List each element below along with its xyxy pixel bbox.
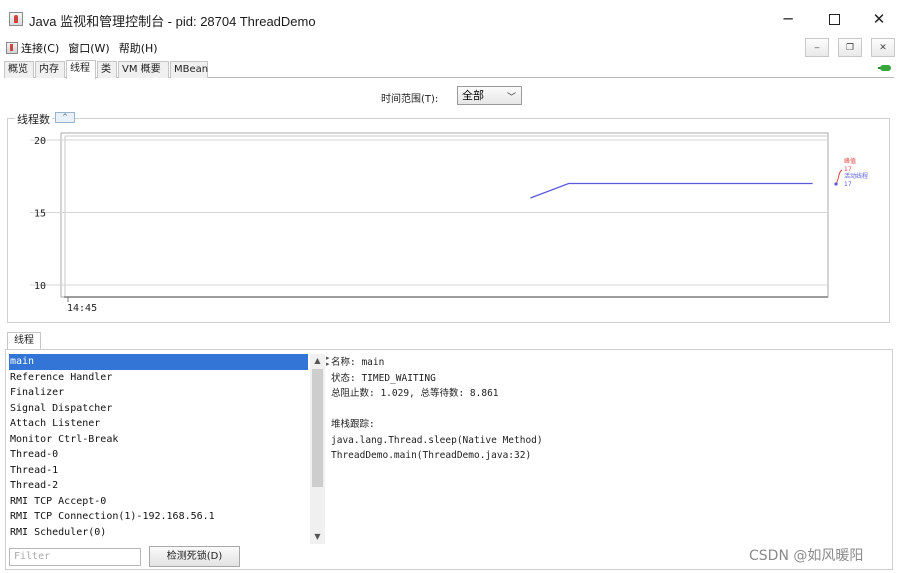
y-tick-label: 20 xyxy=(34,136,46,147)
thread-item[interactable]: Monitor Ctrl-Break xyxy=(9,432,308,448)
thread-count-chart: 10 15 20 14:45 峰值 17 活动线程 17 xyxy=(30,132,868,314)
splitter-handle[interactable]: ▸ ▸ xyxy=(326,355,330,368)
thread-item[interactable]: main xyxy=(9,354,308,370)
filter-input[interactable]: Filter xyxy=(9,548,141,566)
thread-item[interactable]: Attach Listener xyxy=(9,416,308,432)
thread-item[interactable]: Thread-0 xyxy=(9,447,308,463)
thread-list-scrollbar[interactable]: ▲ ▼ xyxy=(310,354,325,544)
legend-live-label: 活动线程 xyxy=(844,172,868,180)
thread-item[interactable]: Thread-2 xyxy=(9,478,308,494)
legend-peak-value: 17 xyxy=(844,166,852,173)
x-tick-label: 14:45 xyxy=(67,303,97,314)
tab-threads-list[interactable]: 线程 xyxy=(7,332,41,350)
thread-item[interactable]: Signal Dispatcher xyxy=(9,401,308,417)
stack-frame: java.lang.Thread.sleep(Native Method) xyxy=(331,434,543,446)
thread-item[interactable]: RMI TCP Accept-0 xyxy=(9,494,308,510)
scroll-down-icon[interactable]: ▼ xyxy=(310,530,325,544)
thread-item[interactable]: Reference Handler xyxy=(9,370,308,386)
thread-item[interactable]: Thread-1 xyxy=(9,463,308,479)
thread-item[interactable]: RMI Scheduler(0) xyxy=(9,525,308,541)
scroll-up-icon[interactable]: ▲ xyxy=(310,354,325,368)
thread-item[interactable]: Finalizer xyxy=(9,385,308,401)
detect-deadlock-button[interactable]: 检测死锁(D) xyxy=(149,546,240,567)
legend-peak-label: 峰值 xyxy=(844,157,856,165)
y-tick-label: 15 xyxy=(34,209,46,220)
stack-frame: ThreadDemo.main(ThreadDemo.java:32) xyxy=(331,450,532,461)
stack-trace-header: 堆栈跟踪: xyxy=(331,419,375,430)
thread-name: 名称: main xyxy=(331,357,385,368)
thread-state: 状态: TIMED_WAITING xyxy=(331,372,436,384)
plot-frame xyxy=(60,132,829,298)
thread-detail-panel: 名称: main 状态: TIMED_WAITING 总阻止数: 1.029, … xyxy=(331,355,543,464)
legend-live-value: 17 xyxy=(844,181,852,188)
watermark: CSDN @如风暖阳 xyxy=(749,548,864,564)
y-tick-label: 10 xyxy=(34,281,46,292)
thread-list[interactable]: main Reference Handler Finalizer Signal … xyxy=(9,354,308,544)
thread-counts: 总阻止数: 1.029, 总等待数: 8.861 xyxy=(331,388,499,399)
scroll-thumb[interactable] xyxy=(312,369,323,487)
legend-peak-marker xyxy=(835,169,843,185)
thread-item[interactable]: RMI TCP Connection(1)-192.168.56.1 xyxy=(9,509,308,525)
legend-live-marker xyxy=(834,182,838,186)
